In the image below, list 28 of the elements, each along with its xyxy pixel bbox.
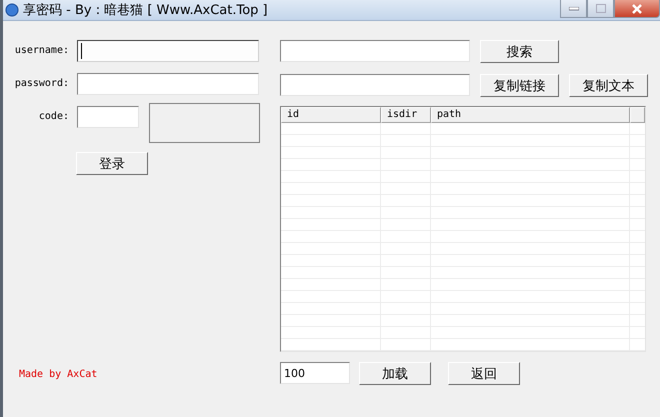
maximize-button[interactable] xyxy=(587,0,614,18)
column-header[interactable]: isdir xyxy=(381,107,431,123)
field-label: username: xyxy=(14,44,70,58)
close-button[interactable] xyxy=(614,0,660,18)
column-header[interactable]: id xyxy=(281,107,381,123)
copy-button[interactable]: 复制链接 xyxy=(480,74,559,97)
app-icon xyxy=(5,3,19,17)
code-field[interactable] xyxy=(77,106,139,128)
search-button[interactable]: 搜索 xyxy=(480,40,559,63)
load-button[interactable]: 加载 xyxy=(359,362,431,385)
credit-text: Made by AxCat xyxy=(19,369,98,380)
count-field[interactable]: 100 xyxy=(280,362,350,384)
minimize-button[interactable] xyxy=(560,0,587,18)
login-button[interactable]: 登录 xyxy=(76,152,148,175)
back-button[interactable]: 返回 xyxy=(448,362,520,385)
minimize-icon xyxy=(568,6,578,10)
search-field[interactable] xyxy=(280,40,470,62)
column-header[interactable]: path xyxy=(431,107,630,123)
copy-button[interactable]: 复制文本 xyxy=(569,74,648,97)
username-field[interactable] xyxy=(77,40,259,62)
maximize-icon xyxy=(596,4,606,13)
link-field[interactable] xyxy=(280,74,470,96)
password-field[interactable] xyxy=(77,73,259,95)
window-title: 享密码 - By : 暗巷猫 [ Www.AxCat.Top ] xyxy=(23,2,268,19)
field-label: code: xyxy=(38,110,70,124)
text-caret xyxy=(81,43,82,59)
field-label: password: xyxy=(14,77,70,91)
close-icon xyxy=(631,4,643,14)
